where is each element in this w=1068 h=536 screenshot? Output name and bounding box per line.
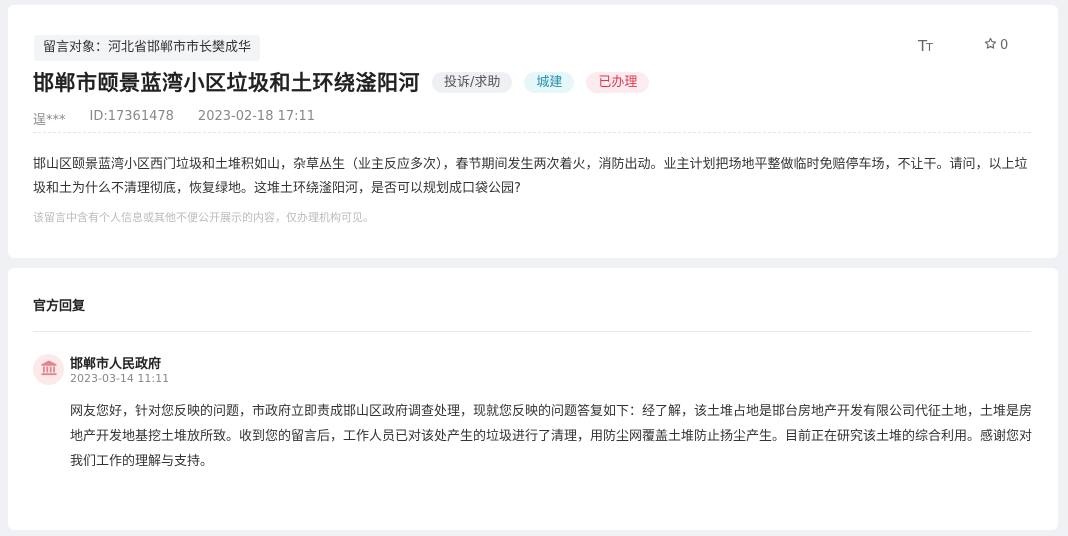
reply-card: 官方回复 邯郸市人民政府 2023-03-14 11:11 网友您好，针对您反映… <box>8 268 1058 530</box>
message-datetime: 2023-02-18 17:11 <box>197 109 316 124</box>
message-card: 留言对象：河北省邯郸市市长樊成华 TT 0 邯郸市颐景蓝湾小区垃圾和土环绕滏阳河… <box>8 5 1058 258</box>
avatar <box>33 354 64 385</box>
message-title: 邯郸市颐景蓝湾小区垃圾和土环绕滏阳河 <box>33 71 420 95</box>
font-size-button[interactable]: TT <box>918 37 933 55</box>
font-size-icon: TT <box>918 37 933 55</box>
message-status-badge: 已办理 <box>586 71 650 93</box>
reply-heading: 官方回复 <box>33 299 86 314</box>
title-row: 邯郸市颐景蓝湾小区垃圾和土环绕滏阳河 投诉/求助 城建 已办理 <box>33 67 650 97</box>
privacy-note: 该留言中含有个人信息或其他不便公开展示的内容，仅办理机构可见。 <box>33 211 374 224</box>
reply-content: 网友您好，针对您反映的问题，市政府立即责成邯山区政府调查处理，现就您反映的问题答… <box>70 404 1033 469</box>
government-building-icon <box>40 359 58 381</box>
divider <box>33 331 1031 332</box>
reply-org-name: 邯郸市人民政府 <box>70 357 162 372</box>
reply-datetime: 2023-03-14 11:11 <box>70 372 170 385</box>
star-outline-icon <box>984 37 997 54</box>
message-id: ID:17361478 <box>89 109 174 124</box>
message-content: 邯山区颐景蓝湾小区西门垃圾和土堆积如山，杂草丛生（业主反应多次），春节期间发生两… <box>33 157 1028 196</box>
divider <box>33 132 1031 133</box>
message-type-badge: 投诉/求助 <box>432 71 513 93</box>
message-meta: 逞*** ID:17361478 2023-02-18 17:11 <box>33 109 315 128</box>
message-author: 逞*** <box>33 113 66 128</box>
favorite-button[interactable]: 0 <box>984 37 1008 54</box>
message-category-badge: 城建 <box>524 71 575 93</box>
message-target-tag: 留言对象：河北省邯郸市市长樊成华 <box>34 35 261 61</box>
favorite-count: 0 <box>1000 38 1009 53</box>
